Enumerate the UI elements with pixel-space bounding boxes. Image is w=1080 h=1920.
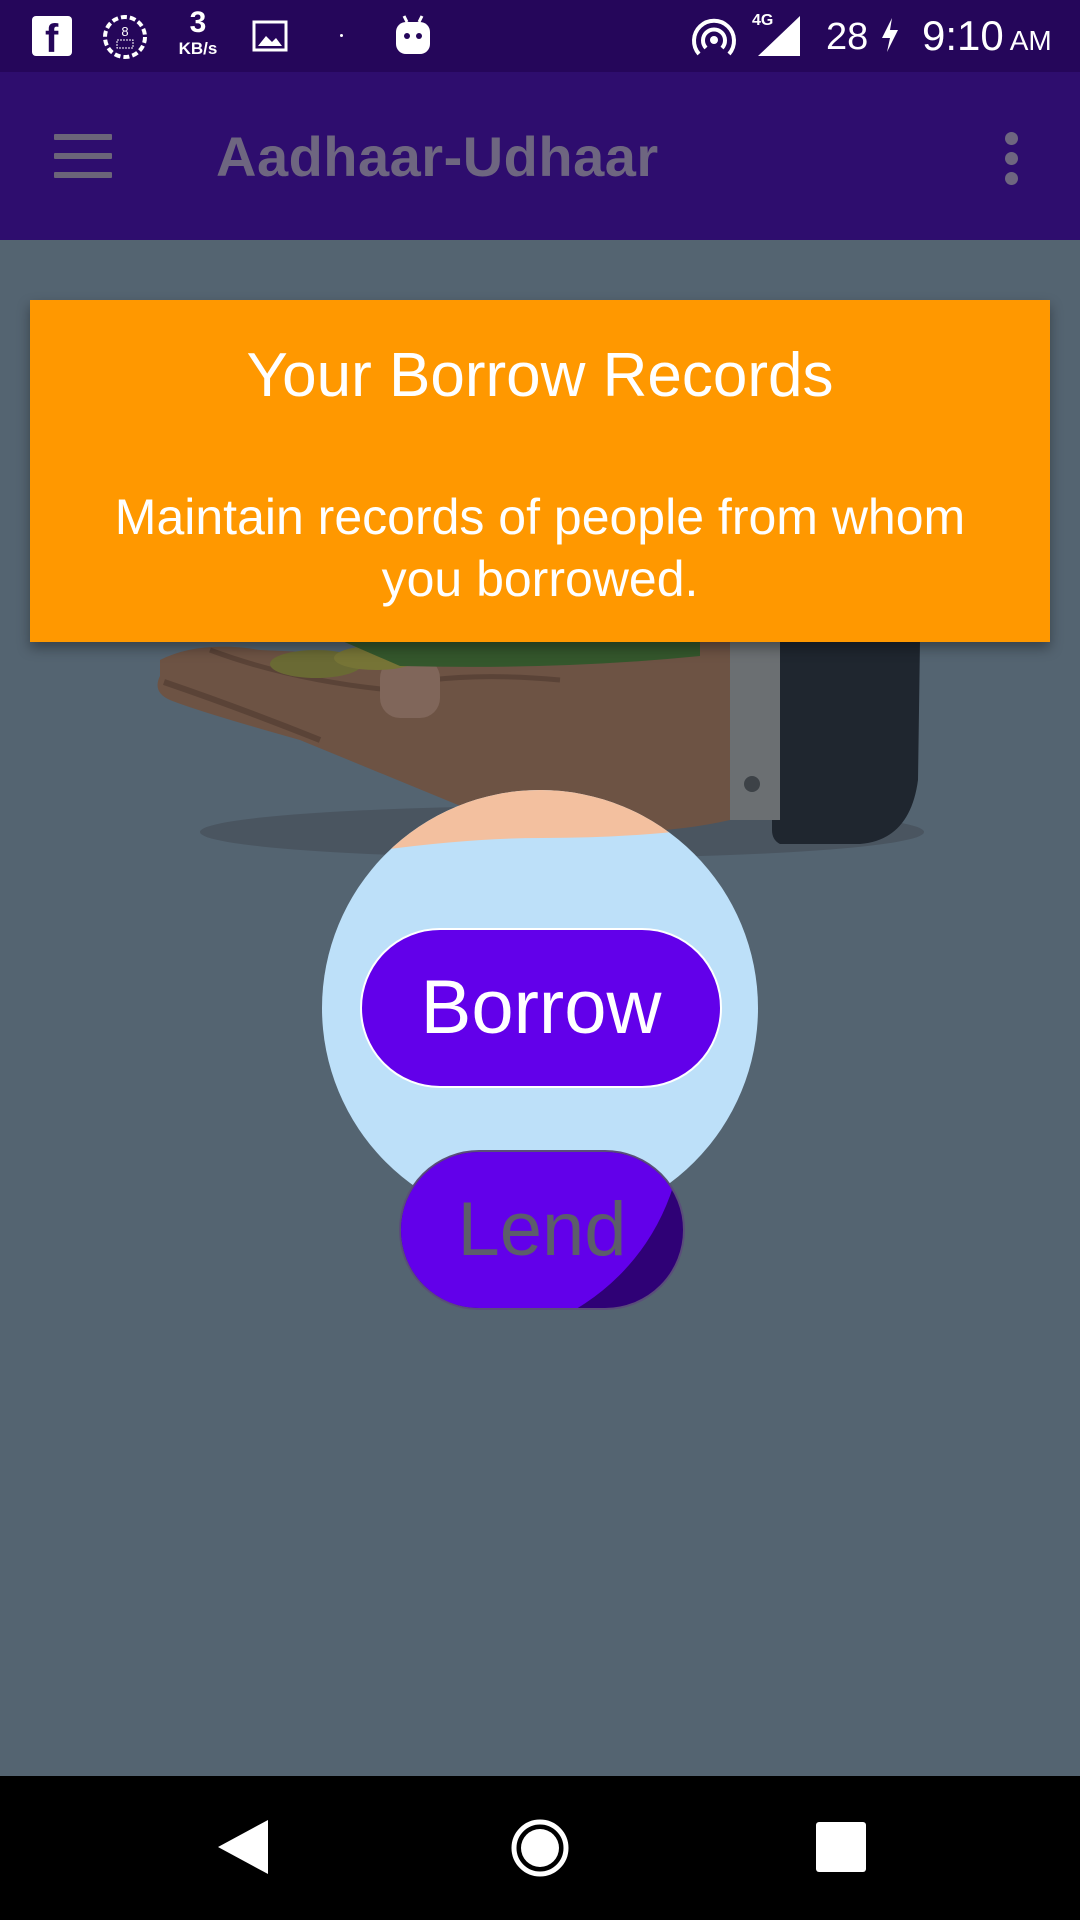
network-speed: 3 KB/s <box>170 6 226 58</box>
hotspot-icon <box>692 18 736 56</box>
tooltip-title: Your Borrow Records <box>246 341 834 410</box>
android-icon <box>396 15 430 54</box>
clock-time: 9:10 <box>922 12 1004 59</box>
clock: 9:10 AM <box>922 12 1052 60</box>
tutorial-tooltip-card[interactable]: Your Borrow Records Maintain records of … <box>30 300 1050 642</box>
back-icon[interactable] <box>214 1818 270 1876</box>
more-vertical-icon[interactable] <box>1002 132 1022 185</box>
lend-button[interactable]: Lend <box>399 1150 685 1310</box>
navigation-bar <box>0 1776 1080 1920</box>
notification-dot <box>340 34 343 37</box>
gallery-icon <box>252 20 288 52</box>
app-title: Aadhaar-Udhaar <box>216 125 659 188</box>
svg-text:8: 8 <box>121 24 128 39</box>
tooltip-description: Maintain records of people from whom you… <box>114 489 966 607</box>
clock-period: AM <box>1009 25 1052 56</box>
facebook-icon: f <box>32 16 72 61</box>
notification-badge-icon: 8 <box>103 15 147 59</box>
network-speed-unit: KB/s <box>178 39 218 58</box>
status-bar: f 8 3 KB/s 4G 28 9:10 AM <box>0 0 1080 72</box>
recents-icon[interactable] <box>816 1822 866 1872</box>
charging-icon <box>882 18 898 52</box>
borrow-button[interactable]: Borrow <box>360 928 722 1088</box>
lend-button-label: Lend <box>457 1187 627 1272</box>
app-bar: Aadhaar-Udhaar <box>0 72 1080 240</box>
hamburger-menu-icon[interactable] <box>54 134 112 178</box>
home-icon[interactable] <box>510 1818 570 1878</box>
network-type: 4G <box>752 12 774 29</box>
battery-level: 28 <box>826 16 869 58</box>
network-speed-value: 3 <box>189 6 207 39</box>
